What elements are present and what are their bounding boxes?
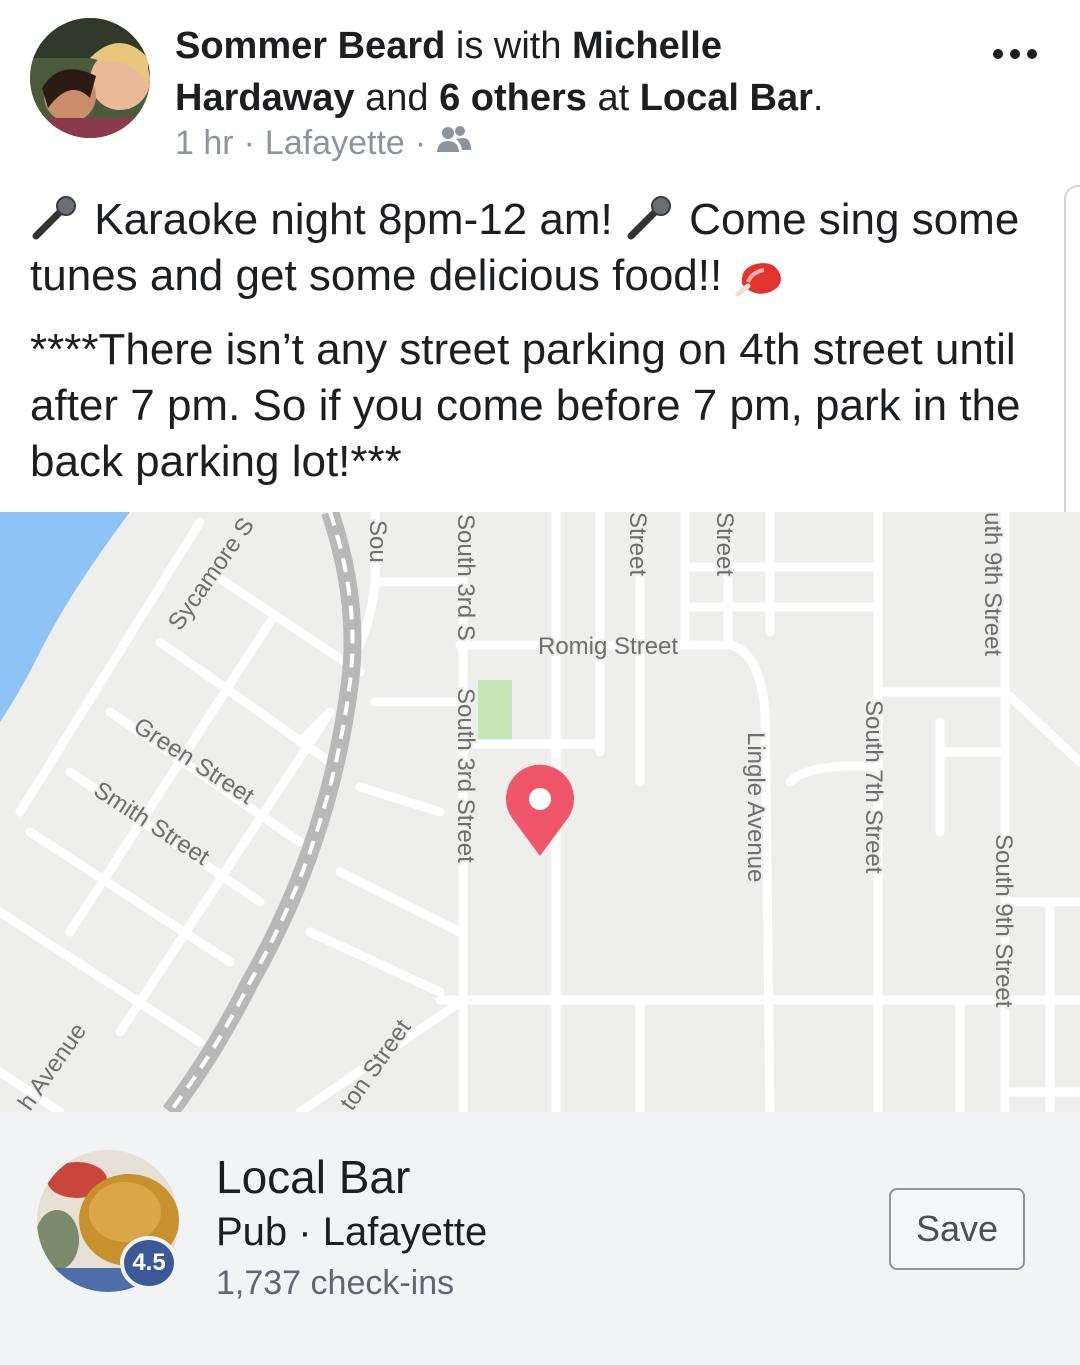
microphone-icon — [30, 196, 82, 240]
more-options-icon[interactable] — [990, 34, 1040, 74]
post-time[interactable]: 1 hr — [175, 124, 234, 163]
with-text: is with — [445, 25, 573, 67]
and-text: and — [354, 77, 440, 119]
map-label-street-a: Street — [624, 512, 651, 576]
others-link[interactable]: 6 others — [439, 77, 587, 119]
post-body: Karaoke night 8pm-12 am! Come sing some … — [30, 192, 1050, 508]
rating-badge: 4.5 — [120, 1236, 178, 1290]
map-label-sou: Sou — [364, 520, 391, 563]
meta-separator: · — [243, 124, 255, 162]
post-paragraph-1: Karaoke night 8pm-12 am! Come sing some … — [30, 192, 1050, 304]
place-checkins: 1,737 check-ins — [216, 1264, 455, 1302]
map-label-south3rd-top: South 3rd S — [452, 514, 479, 641]
post-meta: 1 hr · Lafayette · — [175, 124, 472, 163]
location-map[interactable]: Sycamore S Sou South 3rd S Street Street… — [0, 512, 1080, 1112]
map-label-street-b: Street — [711, 512, 738, 576]
map-label-ton-street: ton Street — [335, 1014, 417, 1112]
map-label-south3rd: South 3rd Street — [452, 688, 479, 863]
post-header: Sommer Beard is with Michelle Hardaway a… — [0, 0, 1080, 180]
map-label-smith: Smith Street — [89, 776, 215, 871]
paragraph-1-text-a: Karaoke night 8pm-12 am! — [82, 195, 625, 244]
river-water — [0, 512, 130, 722]
map-label-romig: Romig Street — [538, 633, 678, 660]
place-link[interactable]: Local Bar — [640, 77, 813, 119]
tagged-person-last[interactable]: Hardaway — [175, 77, 355, 119]
tagged-person-first[interactable]: Michelle — [572, 25, 722, 67]
save-button[interactable]: Save — [889, 1188, 1025, 1270]
map-label-green: Green Street — [129, 712, 259, 810]
post-paragraph-2: ****There isn’t any street parking on 4t… — [30, 325, 1021, 486]
map-pin-icon — [505, 764, 574, 856]
map-label-avenue: h Avenue — [13, 1018, 92, 1112]
steak-icon — [734, 256, 786, 300]
place-name[interactable]: Local Bar — [216, 1150, 410, 1204]
meta-separator: · — [414, 124, 427, 162]
author-name[interactable]: Sommer Beard — [175, 25, 445, 67]
post-headline: Sommer Beard is with Michelle Hardaway a… — [175, 20, 975, 124]
at-text: at — [586, 77, 640, 119]
map-label-sycamore: Sycamore S — [163, 513, 260, 636]
map-label-south9th: South 9th Street — [990, 834, 1017, 1008]
map-label-lingle: Lingle Avenue — [742, 732, 769, 882]
park-area — [478, 680, 512, 742]
friends-icon — [436, 124, 472, 163]
map-label-south9th-top: uth 9th Street — [979, 512, 1006, 656]
microphone-icon — [625, 196, 677, 240]
place-category: Pub · Lafayette — [216, 1210, 488, 1254]
period: . — [812, 77, 824, 119]
post-location[interactable]: Lafayette — [265, 124, 405, 163]
author-avatar[interactable] — [30, 18, 150, 138]
map-label-south7th: South 7th Street — [860, 700, 887, 874]
